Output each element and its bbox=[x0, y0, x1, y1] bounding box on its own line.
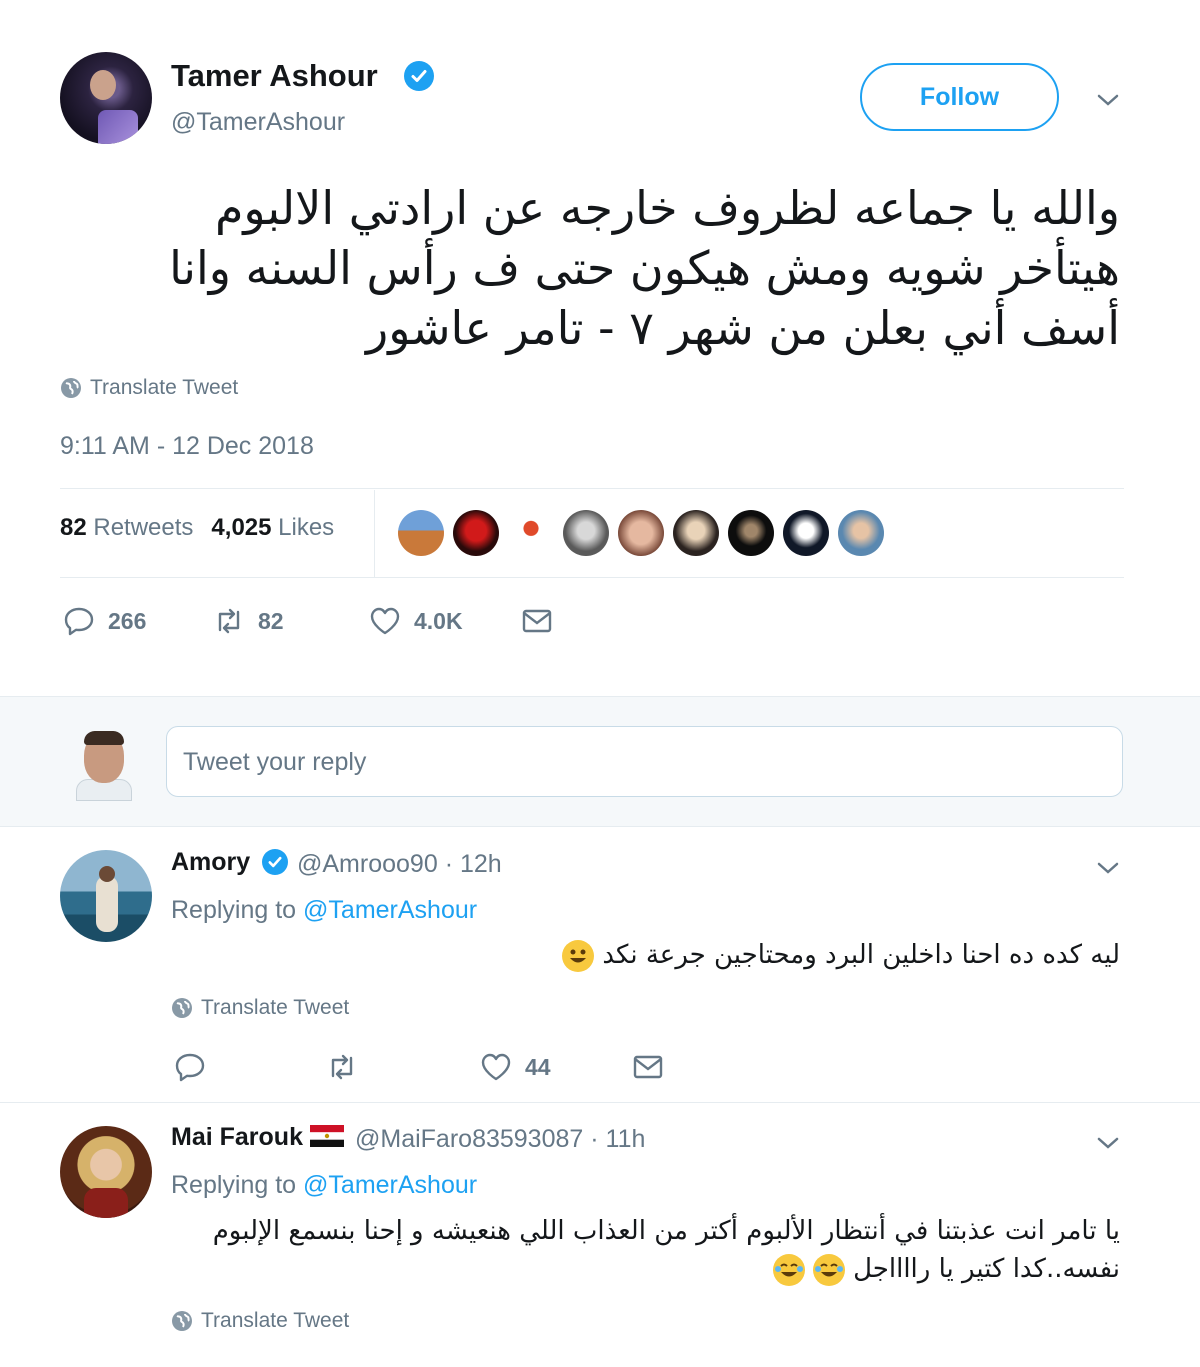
reply-text-body: نفسه..كدا كتير يا رااااجل bbox=[853, 1254, 1120, 1284]
reply-time[interactable]: · 11h bbox=[590, 1125, 645, 1153]
divider bbox=[0, 1102, 1200, 1103]
direct-message-action[interactable] bbox=[631, 1050, 665, 1084]
liker-avatar[interactable] bbox=[398, 510, 444, 556]
stats-divider bbox=[374, 490, 375, 578]
reply-action[interactable] bbox=[173, 1050, 325, 1084]
liker-avatar[interactable] bbox=[453, 510, 499, 556]
author-name[interactable]: Tamer Ashour bbox=[171, 58, 378, 94]
replying-to: Replying to @TamerAshour bbox=[171, 1171, 477, 1200]
tweet-timestamp[interactable]: 9:11 AM - 12 Dec 2018 bbox=[60, 432, 314, 461]
smiley-emoji-icon bbox=[562, 939, 595, 972]
retweet-icon bbox=[218, 608, 240, 634]
tweet-text-line: والله يا جماعه لظروف خارجه عن ارادتي الا… bbox=[214, 181, 1120, 235]
retweets-label: Retweets bbox=[93, 514, 194, 541]
divider bbox=[60, 577, 1124, 578]
replying-prefix: Replying to bbox=[171, 1171, 297, 1199]
replying-to-link[interactable]: @TamerAshour bbox=[303, 896, 477, 924]
translate-tweet-link[interactable]: Translate Tweet bbox=[60, 376, 238, 400]
retweet-action[interactable] bbox=[325, 1050, 479, 1084]
translate-tweet-link[interactable]: Translate Tweet bbox=[171, 996, 349, 1020]
replying-prefix: Replying to bbox=[171, 896, 297, 924]
direct-message-action[interactable] bbox=[520, 604, 554, 638]
reply-author-handle[interactable]: @Amrooo90 · 12h bbox=[297, 850, 502, 879]
heart-icon bbox=[370, 607, 400, 635]
liker-avatar[interactable] bbox=[673, 510, 719, 556]
reply-text-line: نفسه..كدا كتير يا رااااجل bbox=[171, 1250, 1120, 1288]
tweet-text: والله يا جماعه لظروف خارجه عن ارادتي الا… bbox=[60, 178, 1120, 358]
retweet-action[interactable]: 82 bbox=[212, 604, 368, 638]
tweet-actions: 266 82 4.0K bbox=[62, 604, 554, 638]
globe-icon bbox=[61, 378, 81, 398]
like-count: 44 bbox=[525, 1053, 551, 1080]
reply-author-handle[interactable]: @MaiFaro83593087 · 11h bbox=[355, 1125, 645, 1154]
liker-avatar[interactable] bbox=[508, 510, 554, 556]
reply-text-line: يا تامر انت عذبتنا في أنتظار الألبوم أكت… bbox=[212, 1216, 1120, 1246]
liker-avatar[interactable] bbox=[783, 510, 829, 556]
reply-text-body: ليه كده ده احنا داخلين البرد ومحتاجين جر… bbox=[602, 940, 1120, 970]
chevron-down-icon[interactable] bbox=[1096, 1131, 1120, 1155]
reply-count: 266 bbox=[108, 607, 147, 634]
tweet-stats: 82 Retweets 4,025 Likes bbox=[60, 514, 334, 542]
reply-text: يا تامر انت عذبتنا في أنتظار الألبوم أكت… bbox=[171, 1212, 1120, 1288]
liker-avatar[interactable] bbox=[728, 510, 774, 556]
liker-avatar[interactable] bbox=[618, 510, 664, 556]
reply-author-avatar[interactable] bbox=[60, 1126, 152, 1218]
globe-icon bbox=[172, 998, 192, 1018]
tears-of-joy-emoji-icon bbox=[772, 1253, 805, 1286]
reply-handle[interactable]: @Amrooo90 bbox=[297, 850, 438, 878]
retweets-count: 82 bbox=[60, 514, 87, 541]
reply-time[interactable]: · 12h bbox=[445, 850, 502, 878]
tweet-text-line: هيتأخر شويه ومش هيكون حتى ف رأس السنه وا… bbox=[169, 241, 1120, 295]
verified-badge-icon bbox=[404, 61, 434, 91]
replying-to: Replying to @TamerAshour bbox=[171, 896, 477, 925]
tweet-text-line: أسف أني بعلن من شهر ٧ - تامر عاشور bbox=[365, 301, 1120, 355]
replying-to-link[interactable]: @TamerAshour bbox=[303, 1171, 477, 1199]
reply-icon bbox=[64, 607, 94, 636]
translate-label[interactable]: Translate Tweet bbox=[90, 376, 238, 400]
like-action[interactable]: 4.0K bbox=[368, 604, 520, 638]
like-count: 4.0K bbox=[414, 607, 463, 634]
likes-stat[interactable]: 4,025 Likes bbox=[211, 514, 334, 542]
reply-actions: 44 bbox=[173, 1050, 665, 1084]
like-action[interactable]: 44 bbox=[479, 1050, 631, 1084]
globe-icon bbox=[172, 1311, 192, 1331]
reply-text: ليه كده ده احنا داخلين البرد ومحتاجين جر… bbox=[560, 936, 1120, 974]
liker-avatar[interactable] bbox=[563, 510, 609, 556]
verified-badge-icon bbox=[262, 849, 288, 875]
reply-author-name[interactable]: Mai Farouk bbox=[171, 1123, 344, 1152]
retweet-count: 82 bbox=[258, 607, 284, 634]
reply-action[interactable]: 266 bbox=[62, 604, 212, 638]
follow-button[interactable]: Follow bbox=[860, 63, 1059, 131]
reply-author-name-text[interactable]: Mai Farouk bbox=[171, 1123, 303, 1151]
translate-tweet-link[interactable]: Translate Tweet bbox=[171, 1309, 349, 1333]
current-user-avatar[interactable] bbox=[66, 725, 142, 801]
liker-avatars bbox=[398, 510, 884, 556]
reply-handle[interactable]: @MaiFaro83593087 bbox=[355, 1125, 583, 1153]
author-avatar[interactable] bbox=[60, 52, 152, 144]
retweet-icon bbox=[331, 1054, 353, 1080]
likes-count: 4,025 bbox=[211, 514, 272, 541]
egypt-flag-icon bbox=[309, 1125, 344, 1147]
chevron-down-icon[interactable] bbox=[1096, 856, 1120, 880]
envelope-icon bbox=[633, 1055, 663, 1079]
author-handle[interactable]: @TamerAshour bbox=[171, 108, 345, 137]
divider bbox=[60, 488, 1124, 489]
reply-input[interactable]: Tweet your reply bbox=[166, 726, 1123, 797]
envelope-icon bbox=[522, 609, 552, 633]
reply-author-avatar[interactable] bbox=[60, 850, 152, 942]
reply-icon bbox=[175, 1053, 205, 1082]
chevron-down-icon[interactable] bbox=[1096, 88, 1120, 112]
liker-avatar[interactable] bbox=[838, 510, 884, 556]
tears-of-joy-emoji-icon bbox=[812, 1253, 845, 1286]
translate-label[interactable]: Translate Tweet bbox=[201, 996, 349, 1020]
likes-label: Likes bbox=[278, 514, 335, 541]
retweets-stat[interactable]: 82 Retweets bbox=[60, 514, 193, 542]
heart-icon bbox=[481, 1053, 511, 1081]
reply-author-name[interactable]: Amory bbox=[171, 848, 250, 877]
translate-label[interactable]: Translate Tweet bbox=[201, 1309, 349, 1333]
